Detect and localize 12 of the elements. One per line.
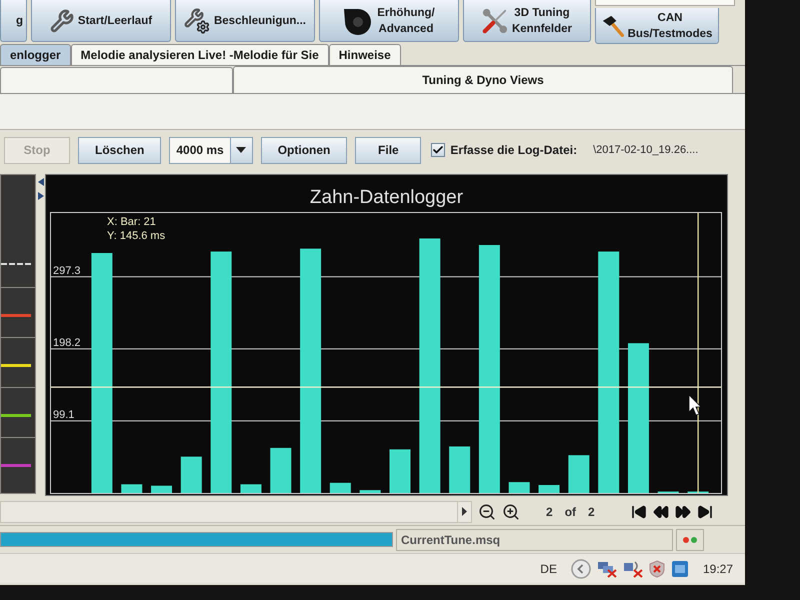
checkbox-label: Erfasse die Log-Datei: — [450, 142, 578, 159]
total-pages: 2 — [588, 504, 595, 520]
file-name-field: CurrentTune.msq — [396, 528, 673, 550]
page-of-label: of — [564, 504, 576, 520]
cursor-readout: X: Bar: 21 — [107, 215, 157, 229]
y-tick-label: 99.1 — [53, 408, 74, 421]
cursor-readout: Y: 145.6 ms — [107, 229, 166, 243]
y-tick-label: 297.3 — [53, 264, 81, 277]
y-tick-label: 198.2 — [53, 336, 81, 349]
current-page: 2 — [546, 504, 553, 520]
chart-title: Zahn-Datenlogger — [310, 186, 464, 210]
log-file-path: \2017-02-10_19.26.... — [593, 142, 698, 158]
